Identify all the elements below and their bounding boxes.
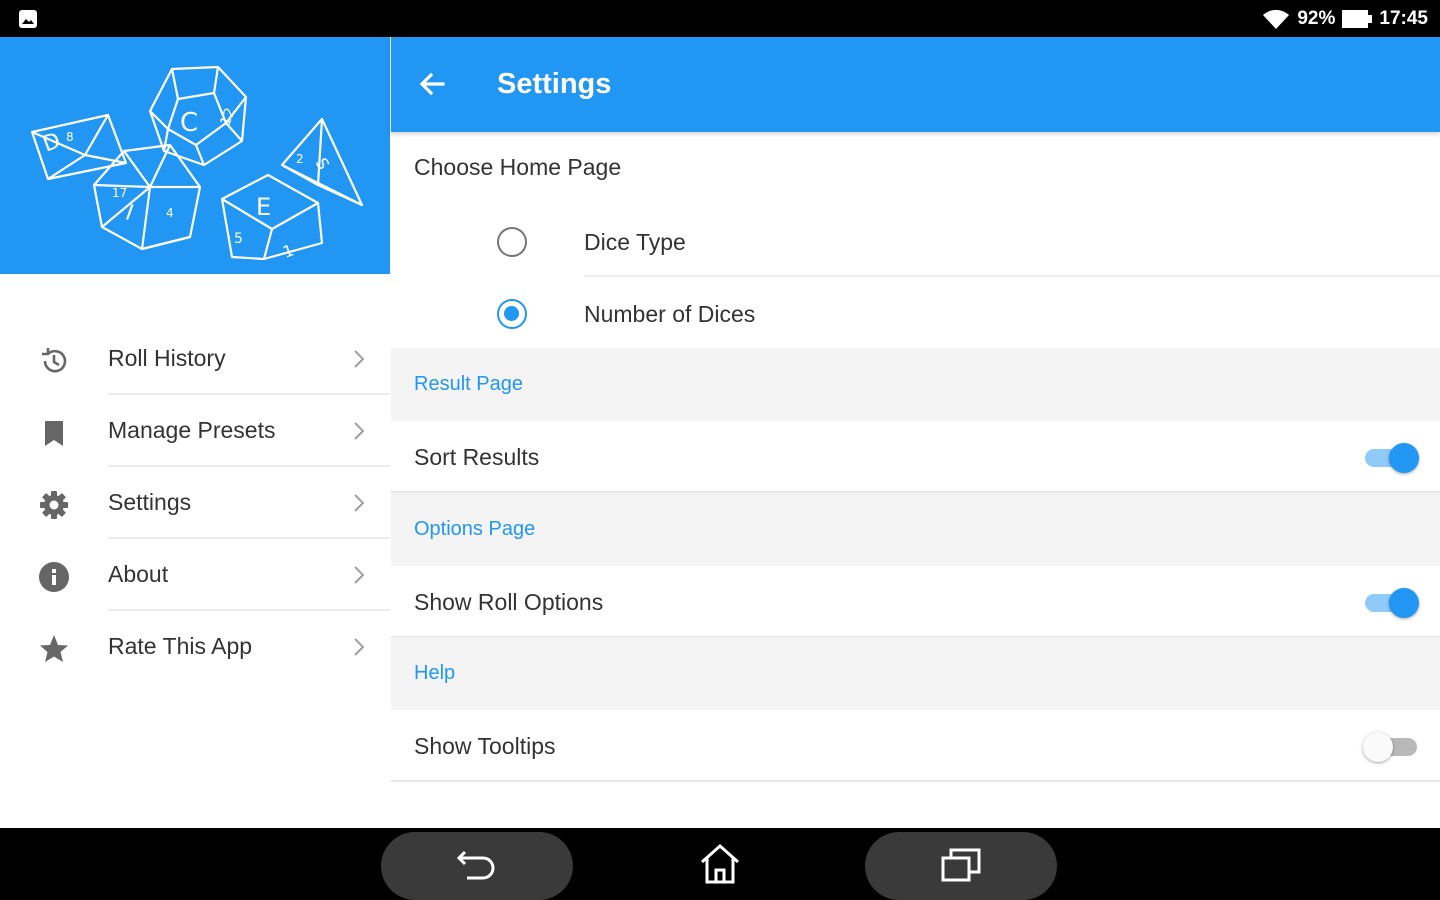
chevron-right-icon (354, 566, 365, 584)
setting-label: Show Roll Options (414, 589, 604, 615)
svg-text:2: 2 (296, 152, 304, 166)
drawer-item-label: Roll History (108, 345, 226, 371)
navigation-drawer: D 8 C 12 I 17 4 E 1 5 S 2 Roll History M… (0, 37, 390, 828)
app-bar: Settings (391, 37, 1440, 132)
bookmark-icon (38, 417, 70, 449)
svg-text:8: 8 (66, 130, 74, 144)
section-label: Result Page (414, 373, 523, 395)
back-nav-icon[interactable] (453, 842, 501, 886)
sort-results-switch[interactable] (1363, 443, 1419, 473)
drawer-item-manage-presets[interactable]: Manage Presets (0, 395, 390, 467)
drawer-item-label: Manage Presets (108, 417, 276, 443)
status-bar: 92% 17:45 (0, 0, 1440, 37)
radio-option-number-of-dices[interactable]: Number of Dices (391, 277, 1440, 349)
svg-text:C: C (180, 108, 198, 138)
radio-label: Dice Type (584, 229, 686, 255)
history-icon (38, 345, 70, 377)
chevron-right-icon (354, 350, 365, 368)
radio-button[interactable] (497, 227, 527, 257)
drawer-menu: Roll History Manage Presets Settings Abo… (0, 323, 390, 683)
switch-thumb (1389, 588, 1419, 618)
system-nav-bar (0, 828, 1440, 900)
battery-percent: 92% (1297, 7, 1336, 29)
drawer-item-rate-this-app[interactable]: Rate This App (0, 611, 390, 683)
dice-logo-icon: D 8 C 12 I 17 4 E 1 5 S 2 (30, 65, 364, 262)
clock: 17:45 (1379, 7, 1428, 29)
app-root: 92% 17:45 D 8 C 12 I 17 4 E 1 5 S 2 Roll… (0, 0, 1440, 900)
svg-text:5: 5 (234, 231, 243, 247)
drawer-item-label: Settings (108, 489, 192, 515)
section-header-options-page: Options Page (391, 493, 1440, 566)
switch-thumb (1389, 443, 1419, 473)
drawer-item-settings[interactable]: Settings (0, 467, 390, 539)
drawer-item-roll-history[interactable]: Roll History (0, 323, 390, 395)
section-header-result-page: Result Page (391, 348, 1440, 421)
svg-text:I: I (122, 201, 137, 227)
gear-icon (38, 489, 70, 521)
section-label: Help (414, 662, 456, 684)
arrow-back-icon[interactable] (415, 67, 449, 101)
radio-button[interactable] (497, 299, 527, 329)
setting-label: Sort Results (414, 444, 540, 470)
drawer-item-about[interactable]: About (0, 539, 390, 611)
setting-label: Show Tooltips (414, 733, 556, 759)
status-icons: 92% 17:45 (1261, 0, 1428, 37)
divider (391, 780, 1440, 782)
recents-nav-icon[interactable] (937, 842, 985, 886)
svg-text:D: D (40, 128, 64, 157)
info-icon (38, 561, 70, 593)
drawer-header: D 8 C 12 I 17 4 E 1 5 S 2 (0, 37, 390, 274)
battery-icon (1342, 9, 1373, 28)
chevron-right-icon (354, 494, 365, 512)
wifi-icon (1263, 9, 1290, 29)
drawer-item-label: Rate This App (108, 633, 253, 659)
radio-option-dice-type[interactable]: Dice Type (391, 205, 1440, 277)
section-label: Options Page (414, 518, 536, 540)
settings-list: Choose Home Page Dice Type Number of Dic… (391, 132, 1440, 828)
setting-show-tooltips[interactable]: Show Tooltips (391, 710, 1440, 782)
svg-text:S: S (312, 155, 334, 173)
home-nav-icon[interactable] (696, 842, 744, 886)
setting-sort-results[interactable]: Sort Results (391, 421, 1440, 493)
show-roll-options-switch[interactable] (1363, 588, 1419, 618)
svg-text:4: 4 (166, 206, 174, 220)
drawer-item-label: About (108, 561, 169, 587)
svg-text:17: 17 (112, 186, 127, 200)
star-icon (38, 633, 70, 665)
switch-thumb (1363, 732, 1393, 762)
radio-label: Number of Dices (584, 301, 756, 327)
chevron-right-icon (354, 638, 365, 656)
home-page-heading: Choose Home Page (414, 154, 622, 180)
image-notification-icon (19, 10, 37, 28)
section-header-help: Help (391, 637, 1440, 710)
show-tooltips-switch[interactable] (1363, 732, 1419, 762)
svg-text:E: E (256, 193, 271, 221)
page-title: Settings (497, 68, 612, 100)
chevron-right-icon (354, 422, 365, 440)
setting-show-roll-options[interactable]: Show Roll Options (391, 566, 1440, 638)
